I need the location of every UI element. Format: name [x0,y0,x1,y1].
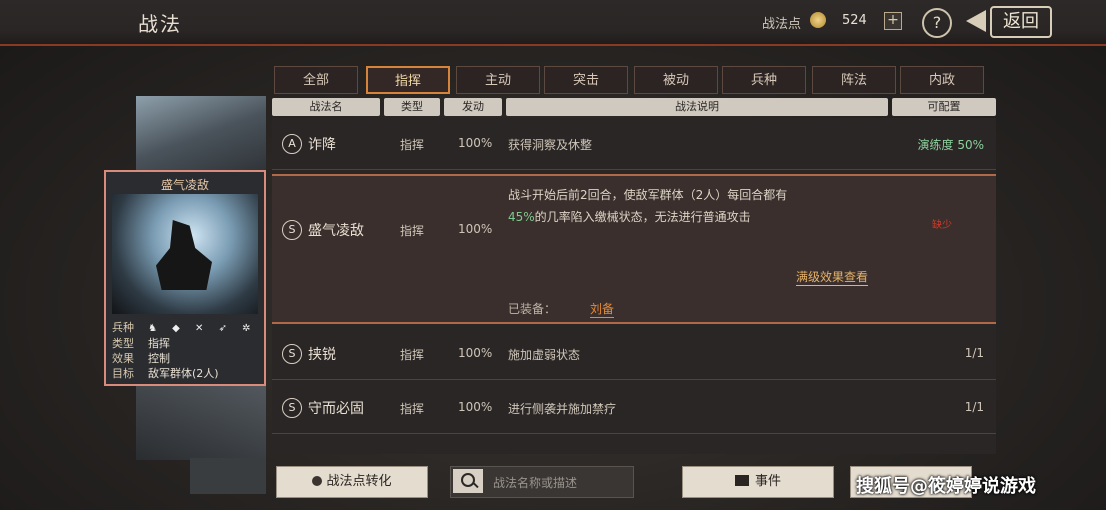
tab-passive[interactable]: 被动 [634,66,718,94]
tactic-rate: 100% [458,346,493,360]
col-name[interactable]: 战法名 [272,98,380,116]
tab-formation[interactable]: 阵法 [812,66,896,94]
grade-badge: A [282,134,302,154]
troop-type-icons: ♞ ◆ ✕ ➶ ✲ [148,323,257,334]
search-box [450,466,634,498]
grade-badge: S [282,344,302,364]
col-rate[interactable]: 发动 [444,98,502,116]
rider-silhouette-icon [156,220,212,290]
status-flag: 缺少 [932,220,952,231]
tactic-points-label: 战法点 [762,17,802,32]
grade-badge: S [282,220,302,240]
tab-all[interactable]: 全部 [274,66,358,94]
tab-troop[interactable]: 兵种 [722,66,806,94]
coin-icon [312,476,323,486]
table-row-expanded[interactable]: S 盛气凌敌 指挥 100% 战斗开始后前2回合，使敌军群体（2人）每回合都有 … [272,174,996,324]
event-label: 事件 [754,474,781,489]
col-desc: 战法说明 [506,98,888,116]
tactic-desc-full: 战斗开始后前2回合，使敌军群体（2人）每回合都有 45%的几率陷入缴械状态，无法… [508,188,788,224]
search-input[interactable] [491,471,631,495]
event-button[interactable]: 事件 [682,466,834,498]
tab-assault[interactable]: 突击 [544,66,628,94]
col-type[interactable]: 类型 [384,98,440,116]
help-button[interactable]: ? [922,8,952,38]
tactic-config: 演练度 50% [917,138,985,152]
tactic-name: 挟锐 [308,347,336,363]
tactic-type: 指挥 [400,402,425,416]
card-info-row: 目标 敌军群体(2人) [112,367,219,380]
watermark: 搜狐号@筱婷婷说游戏 [856,476,1036,497]
tactic-rate: 100% [458,400,493,414]
tab-active[interactable]: 主动 [456,66,540,94]
add-points-button[interactable]: + [884,12,902,30]
table-header: 战法名 类型 发动 战法说明 可配置 [272,98,996,116]
card-thumbnail-extra[interactable] [190,458,266,494]
card-art-image [112,194,258,314]
card-info-row: 效果 控制 [112,352,170,365]
page-title: 战法 [138,12,182,36]
tactic-desc: 施加虚弱状态 [508,348,581,362]
tactic-name: 盛气凌敌 [308,223,364,239]
tactic-config: 1/1 [964,400,984,414]
col-config[interactable]: 可配置 [892,98,996,116]
tactic-rate: 100% [458,222,493,236]
tactic-desc: 进行侧袭并施加禁疗 [508,402,617,416]
tactic-rate: 100% [458,136,493,150]
tab-command[interactable]: 指挥 [366,66,450,94]
table-row[interactable]: S 守而必固 指挥 100% 进行侧袭并施加禁疗 1/1 [272,382,996,434]
tactic-name: 诈降 [308,137,336,153]
card-info: 兵种 ♞ ◆ ✕ ➶ ✲ 类型 指挥 效果 控制 目标 敌军群体(2人) [112,320,258,381]
max-level-effect-link[interactable]: 满级效果查看 [796,268,869,286]
tactic-desc: 获得洞察及休整 [508,138,593,152]
back-arrow-icon [966,10,986,32]
tactic-name: 守而必固 [308,401,364,417]
tactic-type: 指挥 [400,224,425,238]
tactic-type: 指挥 [400,138,425,152]
equipped-label: 已装备： [508,302,557,316]
top-bar: 战法 战法点 524 + ? 返回 [0,0,1106,46]
card-info-row: 类型 指挥 [112,337,170,350]
table-row[interactable]: S 挟锐 指挥 100% 施加虚弱状态 1/1 [272,328,996,380]
tactic-list: A 诈降 指挥 100% 获得洞察及休整 演练度 50% S 盛气凌敌 指挥 1… [272,118,996,454]
tactic-config: 1/1 [964,346,984,360]
convert-label: 战法点转化 [326,474,392,489]
search-icon[interactable] [453,469,483,493]
equipped-general-link[interactable]: 刘备 [590,300,615,318]
tactic-points-value: 524 [842,13,867,28]
tactic-type: 指挥 [400,348,425,362]
card-thumbnail-top[interactable] [136,96,266,176]
grade-badge: S [282,398,302,418]
back-label: 返回 [990,6,1052,38]
card-thumbnail-bottom[interactable] [136,380,266,460]
card-title: 盛气凌敌 [160,178,209,192]
tab-internal[interactable]: 内政 [900,66,984,94]
tactic-card: 盛气凌敌 兵种 ♞ ◆ ✕ ➶ ✲ 类型 指挥 效果 控制 目标 敌军群体(2人) [104,170,266,386]
convert-points-button[interactable]: 战法点转化 [276,466,428,498]
category-tabs: 全部 指挥 主动 突击 被动 兵种 阵法 内政 [274,66,994,96]
event-icon [734,475,749,486]
card-info-row: 兵种 ♞ ◆ ✕ ➶ ✲ [112,321,257,334]
back-button[interactable]: 返回 [966,6,1052,38]
coin-icon [810,12,826,28]
table-row[interactable]: A 诈降 指挥 100% 获得洞察及休整 演练度 50% [272,118,996,170]
